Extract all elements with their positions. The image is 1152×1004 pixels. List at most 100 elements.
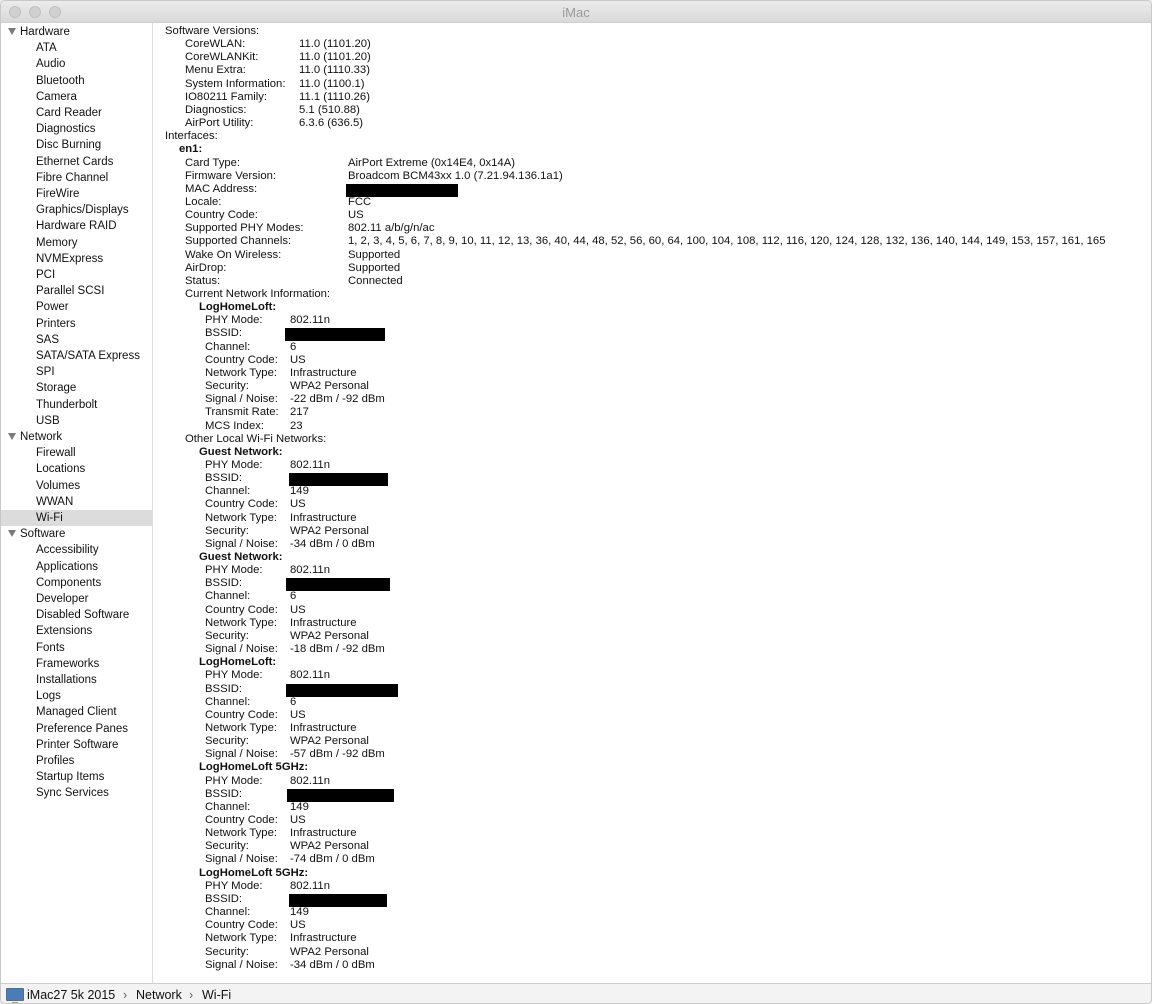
sidebar-label: Components bbox=[36, 576, 102, 589]
field-value: 11.0 (1100.1) bbox=[299, 77, 365, 90]
field-label: Signal / Noise: bbox=[205, 393, 278, 406]
sidebar-item-card-reader[interactable]: Card Reader bbox=[1, 105, 152, 121]
sidebar-label: Bluetooth bbox=[36, 74, 85, 87]
sidebar-label: Volumes bbox=[36, 479, 81, 492]
field-value: 802.11n bbox=[290, 669, 330, 682]
sidebar-item-preference-panes[interactable]: Preference Panes bbox=[1, 721, 152, 737]
field-label: Country Code: bbox=[205, 919, 278, 932]
sidebar-item-applications[interactable]: Applications bbox=[1, 559, 152, 575]
field-value: WPA2 Personal bbox=[290, 629, 369, 642]
field-value: US bbox=[290, 353, 306, 366]
sidebar-label: PCI bbox=[36, 269, 56, 281]
sidebar-item-storage[interactable]: Storage bbox=[1, 380, 152, 396]
sidebar-label: Software bbox=[20, 528, 66, 541]
sidebar-item-developer[interactable]: Developer bbox=[1, 591, 152, 607]
sidebar-label: Graphics/Displays bbox=[36, 204, 129, 217]
sidebar-item-wwan[interactable]: WWAN bbox=[1, 494, 152, 510]
sidebar-item-spi[interactable]: SPI bbox=[1, 364, 152, 380]
sidebar-item-installations[interactable]: Installations bbox=[1, 672, 152, 688]
sidebar-item-ata[interactable]: ATA bbox=[1, 40, 152, 56]
sidebar-item-components[interactable]: Components bbox=[1, 575, 152, 591]
sidebar-item-audio[interactable]: Audio bbox=[1, 56, 152, 72]
field-label: PHY Mode: bbox=[205, 669, 263, 682]
sidebar-item-diagnostics[interactable]: Diagnostics bbox=[1, 121, 152, 137]
sidebar-item-printers[interactable]: Printers bbox=[1, 316, 152, 332]
sidebar-label: Storage bbox=[36, 382, 77, 395]
sidebar-label: Ethernet Cards bbox=[36, 155, 114, 168]
field-value: 6 bbox=[290, 590, 297, 603]
sidebar-item-parallel-scsi[interactable]: Parallel SCSI bbox=[1, 283, 152, 299]
sidebar-item-fonts[interactable]: Fonts bbox=[1, 640, 152, 656]
sidebar-category-hardware[interactable]: Hardware bbox=[1, 24, 152, 40]
report-content: Software Versions: CoreWLAN: 11.0 (1101.20… bbox=[154, 23, 1151, 983]
field-value: 6 bbox=[290, 340, 297, 353]
breadcrumb-network[interactable]: Network bbox=[136, 984, 182, 1003]
network-name: LogHomeLoft: bbox=[199, 301, 277, 314]
sidebar-item-managed-client[interactable]: Managed Client bbox=[1, 704, 152, 720]
sidebar-item-sync-services[interactable]: Sync Services bbox=[1, 785, 152, 801]
sidebar-item-firewire[interactable]: FireWire bbox=[1, 186, 152, 202]
field-value: 802.11n bbox=[290, 314, 330, 327]
disclosure-triangle-icon[interactable] bbox=[8, 433, 16, 440]
breadcrumb-computer[interactable]: iMac27 5k 2015 bbox=[27, 984, 115, 1003]
sidebar-item-usb[interactable]: USB bbox=[1, 413, 152, 429]
field-value: 11.0 (1101.20) bbox=[299, 38, 371, 51]
field-value: WPA2 Personal bbox=[290, 524, 369, 537]
sidebar-item-hardware-raid[interactable]: Hardware RAID bbox=[1, 218, 152, 234]
network-name: en1: bbox=[179, 143, 203, 156]
sidebar-item-firewall[interactable]: Firewall bbox=[1, 445, 152, 461]
network-name: Guest Network: bbox=[199, 445, 283, 458]
sidebar-label: Logs bbox=[36, 690, 61, 703]
field-label: Network Type: bbox=[205, 616, 277, 629]
sidebar-item-thunderbolt[interactable]: Thunderbolt bbox=[1, 397, 152, 413]
sidebar-item-wi-fi[interactable]: Wi-Fi bbox=[1, 510, 152, 526]
sidebar-item-sas[interactable]: SAS bbox=[1, 332, 152, 348]
redacted-value bbox=[285, 328, 385, 342]
field-value: WPA2 Personal bbox=[290, 735, 369, 748]
field-label: Channel: bbox=[205, 485, 251, 498]
field-label: PHY Mode: bbox=[205, 564, 263, 577]
disclosure-triangle-icon[interactable] bbox=[8, 530, 16, 538]
sidebar-item-frameworks[interactable]: Frameworks bbox=[1, 656, 152, 672]
field-label: Signal / Noise: bbox=[205, 537, 278, 550]
sidebar-item-disc-burning[interactable]: Disc Burning bbox=[1, 137, 152, 153]
breadcrumb-separator-icon: › bbox=[123, 988, 128, 1002]
field-label: BSSID: bbox=[205, 682, 243, 695]
sidebar-item-disabled-software[interactable]: Disabled Software bbox=[1, 607, 152, 623]
breadcrumb-wifi[interactable]: Wi-Fi bbox=[202, 984, 231, 1003]
sidebar-item-extensions[interactable]: Extensions bbox=[1, 623, 152, 639]
sidebar-item-camera[interactable]: Camera bbox=[1, 89, 152, 105]
field-label: Network Type: bbox=[205, 366, 277, 379]
disclosure-triangle-icon[interactable] bbox=[8, 28, 16, 35]
field-label: Security: bbox=[205, 629, 249, 642]
sidebar-item-power[interactable]: Power bbox=[1, 299, 152, 315]
sidebar-item-graphics-displays[interactable]: Graphics/Displays bbox=[1, 202, 152, 218]
sidebar-item-startup-items[interactable]: Startup Items bbox=[1, 769, 152, 785]
sidebar-item-pci[interactable]: PCI bbox=[1, 267, 152, 283]
sidebar-category-software[interactable]: Software bbox=[1, 526, 152, 542]
field-label: Supported Channels: bbox=[185, 235, 292, 248]
field-label: Country Code: bbox=[205, 353, 278, 366]
field-label: Interfaces: bbox=[165, 130, 218, 143]
sidebar-item-ethernet-cards[interactable]: Ethernet Cards bbox=[1, 154, 152, 170]
sidebar-item-locations[interactable]: Locations bbox=[1, 461, 152, 477]
sidebar-item-printer-software[interactable]: Printer Software bbox=[1, 737, 152, 753]
sidebar-item-logs[interactable]: Logs bbox=[1, 688, 152, 704]
sidebar-category-network[interactable]: Network bbox=[1, 429, 152, 445]
sidebar-item-bluetooth[interactable]: Bluetooth bbox=[1, 73, 152, 89]
field-value: Supported bbox=[348, 261, 401, 274]
sidebar-label: Locations bbox=[36, 463, 86, 476]
sidebar-item-volumes[interactable]: Volumes bbox=[1, 478, 152, 494]
sidebar-item-accessibility[interactable]: Accessibility bbox=[1, 542, 152, 558]
sidebar-item-memory[interactable]: Memory bbox=[1, 235, 152, 251]
sidebar-item-nvmexpress[interactable]: NVMExpress bbox=[1, 251, 152, 267]
field-label: Status: bbox=[185, 274, 221, 287]
redacted-value bbox=[289, 473, 388, 487]
field-value: US bbox=[290, 708, 306, 721]
field-label: Security: bbox=[205, 524, 249, 537]
sidebar-item-fibre-channel[interactable]: Fibre Channel bbox=[1, 170, 152, 186]
sidebar-item-sata-sata-express[interactable]: SATA/SATA Express bbox=[1, 348, 152, 364]
field-label: Locale: bbox=[185, 195, 222, 208]
sidebar-item-profiles[interactable]: Profiles bbox=[1, 753, 152, 769]
network-name: LogHomeLoft 5GHz: bbox=[199, 866, 309, 879]
